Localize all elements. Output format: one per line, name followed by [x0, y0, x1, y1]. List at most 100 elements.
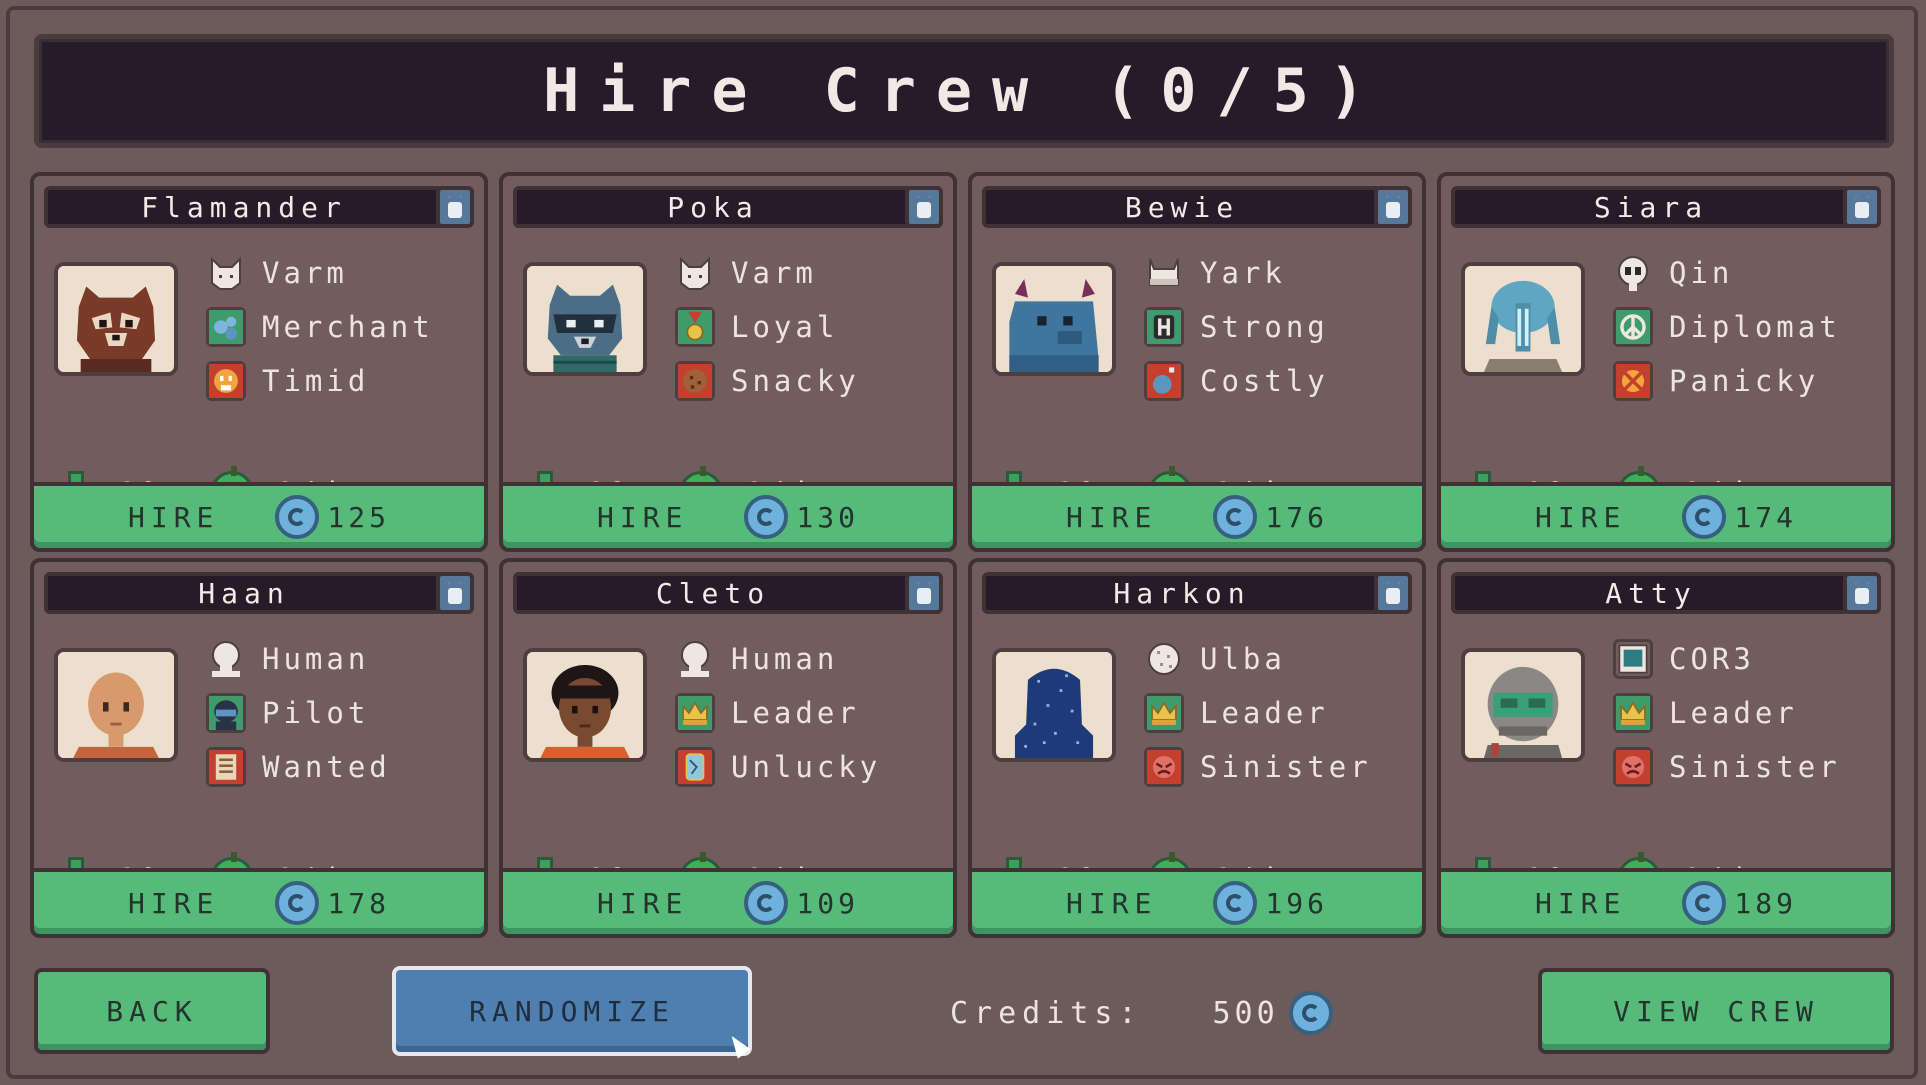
human-head-icon	[675, 639, 715, 679]
ulba-orb-icon	[1144, 639, 1184, 679]
crown-icon	[1144, 693, 1184, 733]
robot-portrait	[1461, 648, 1585, 762]
bald-human-portrait	[54, 648, 178, 762]
trait-row: Varm	[675, 246, 955, 300]
medal-icon	[675, 307, 715, 347]
timid-face-icon	[206, 361, 246, 401]
pilot-icon	[206, 693, 246, 733]
hire-cost: 125	[327, 500, 390, 534]
hire-button[interactable]: HIRE 125	[30, 482, 488, 552]
trait-list: Varm Merchant Timid	[206, 246, 486, 408]
info-button[interactable]	[436, 572, 474, 614]
dark-haired-human-portrait	[523, 648, 647, 762]
cat-head-icon	[675, 253, 715, 293]
hire-button[interactable]: HIRE 178	[30, 868, 488, 938]
raccoon-portrait	[523, 262, 647, 376]
trait-row: Costly	[1144, 354, 1424, 408]
view-crew-button[interactable]: VIEW CREW	[1538, 968, 1894, 1054]
hire-button[interactable]: HIRE 130	[499, 482, 957, 552]
trait-label: Diplomat	[1669, 310, 1841, 344]
hire-button[interactable]: HIRE 176	[968, 482, 1426, 552]
cookie-icon	[675, 361, 715, 401]
trait-row: Merchant	[206, 300, 486, 354]
hire-button[interactable]: HIRE 189	[1437, 868, 1895, 938]
sinister-face-icon	[1613, 747, 1653, 787]
hire-button[interactable]: HIRE 196	[968, 868, 1426, 938]
hire-button[interactable]: HIRE 109	[499, 868, 957, 938]
trait-list: Human Pilot Wanted	[206, 632, 486, 794]
hire-button[interactable]: HIRE 174	[1437, 482, 1895, 552]
info-button[interactable]	[1374, 572, 1412, 614]
trait-row: Panicky	[1613, 354, 1893, 408]
trait-row: Sinister	[1144, 740, 1424, 794]
info-button[interactable]	[1843, 572, 1881, 614]
hire-cost: 178	[327, 886, 390, 920]
trait-label: Wanted	[262, 750, 391, 784]
trait-label: Varm	[731, 256, 817, 290]
trait-label: Pilot	[262, 696, 370, 730]
crew-name: Siara	[1451, 186, 1851, 228]
crown-icon	[1613, 693, 1653, 733]
info-button[interactable]	[1374, 186, 1412, 228]
cat-head-icon	[206, 253, 246, 293]
hire-label: HIRE	[596, 886, 689, 920]
info-button[interactable]	[1843, 186, 1881, 228]
trait-label: Sinister	[1669, 750, 1841, 784]
trait-list: Yark Strong Costly	[1144, 246, 1424, 408]
trait-label: COR3	[1669, 642, 1755, 676]
crew-name: Poka	[513, 186, 913, 228]
trait-list: COR3 Leader Sinister	[1613, 632, 1893, 794]
panic-icon	[1613, 361, 1653, 401]
trait-label: Timid	[262, 364, 370, 398]
credits-value: 500	[1212, 995, 1279, 1031]
crew-name: Atty	[1451, 572, 1851, 614]
info-icon	[917, 582, 931, 604]
info-button[interactable]	[905, 186, 943, 228]
trait-row: Yark	[1144, 246, 1424, 300]
back-button[interactable]: BACK	[34, 968, 270, 1054]
randomize-button[interactable]: RANDOMIZE	[392, 966, 752, 1056]
crew-name: Harkon	[982, 572, 1382, 614]
info-button[interactable]	[436, 186, 474, 228]
trait-list: Varm Loyal Snacky	[675, 246, 955, 408]
coin-icon	[1288, 991, 1333, 1035]
info-icon	[917, 196, 931, 218]
trait-label: Costly	[1200, 364, 1329, 398]
monitor-icon	[1613, 639, 1653, 679]
trait-row: Diplomat	[1613, 300, 1893, 354]
hire-label: HIRE	[1065, 886, 1158, 920]
hire-cost: 196	[1265, 886, 1328, 920]
trait-row: Leader	[1613, 686, 1893, 740]
trait-row: Sinister	[1613, 740, 1893, 794]
coin-icon	[1682, 881, 1727, 925]
coin-icon	[1682, 495, 1727, 539]
crew-name: Cleto	[513, 572, 913, 614]
coin-icon	[744, 881, 789, 925]
red-panda-portrait	[54, 262, 178, 376]
trait-row: Unlucky	[675, 740, 955, 794]
trait-row: Wanted	[206, 740, 486, 794]
starry-silhouette-portrait	[992, 648, 1116, 762]
tentacle-alien-portrait	[1461, 262, 1585, 376]
hire-cost: 109	[796, 886, 859, 920]
info-icon	[1386, 196, 1400, 218]
hire-label: HIRE	[127, 500, 220, 534]
credits-display: Credits: 500	[950, 988, 1341, 1038]
trait-row: Loyal	[675, 300, 955, 354]
hire-label: HIRE	[1065, 500, 1158, 534]
trait-label: Human	[262, 642, 370, 676]
info-icon	[1855, 582, 1869, 604]
hire-label: HIRE	[1534, 886, 1627, 920]
trait-label: Ulba	[1200, 642, 1286, 676]
page-title: Hire Crew (0/5)	[543, 56, 1385, 126]
crew-card-harkon: Harkon Ulba Leader Sinister 10 1/day HIR…	[968, 558, 1426, 938]
hire-cost: 176	[1265, 500, 1328, 534]
info-button[interactable]	[905, 572, 943, 614]
yark-head-icon	[1144, 253, 1184, 293]
trait-row: Pilot	[206, 686, 486, 740]
trait-list: Human Leader Unlucky	[675, 632, 955, 794]
trait-row: Human	[675, 632, 955, 686]
info-icon	[1855, 196, 1869, 218]
hire-label: HIRE	[127, 886, 220, 920]
hire-cost: 189	[1734, 886, 1797, 920]
